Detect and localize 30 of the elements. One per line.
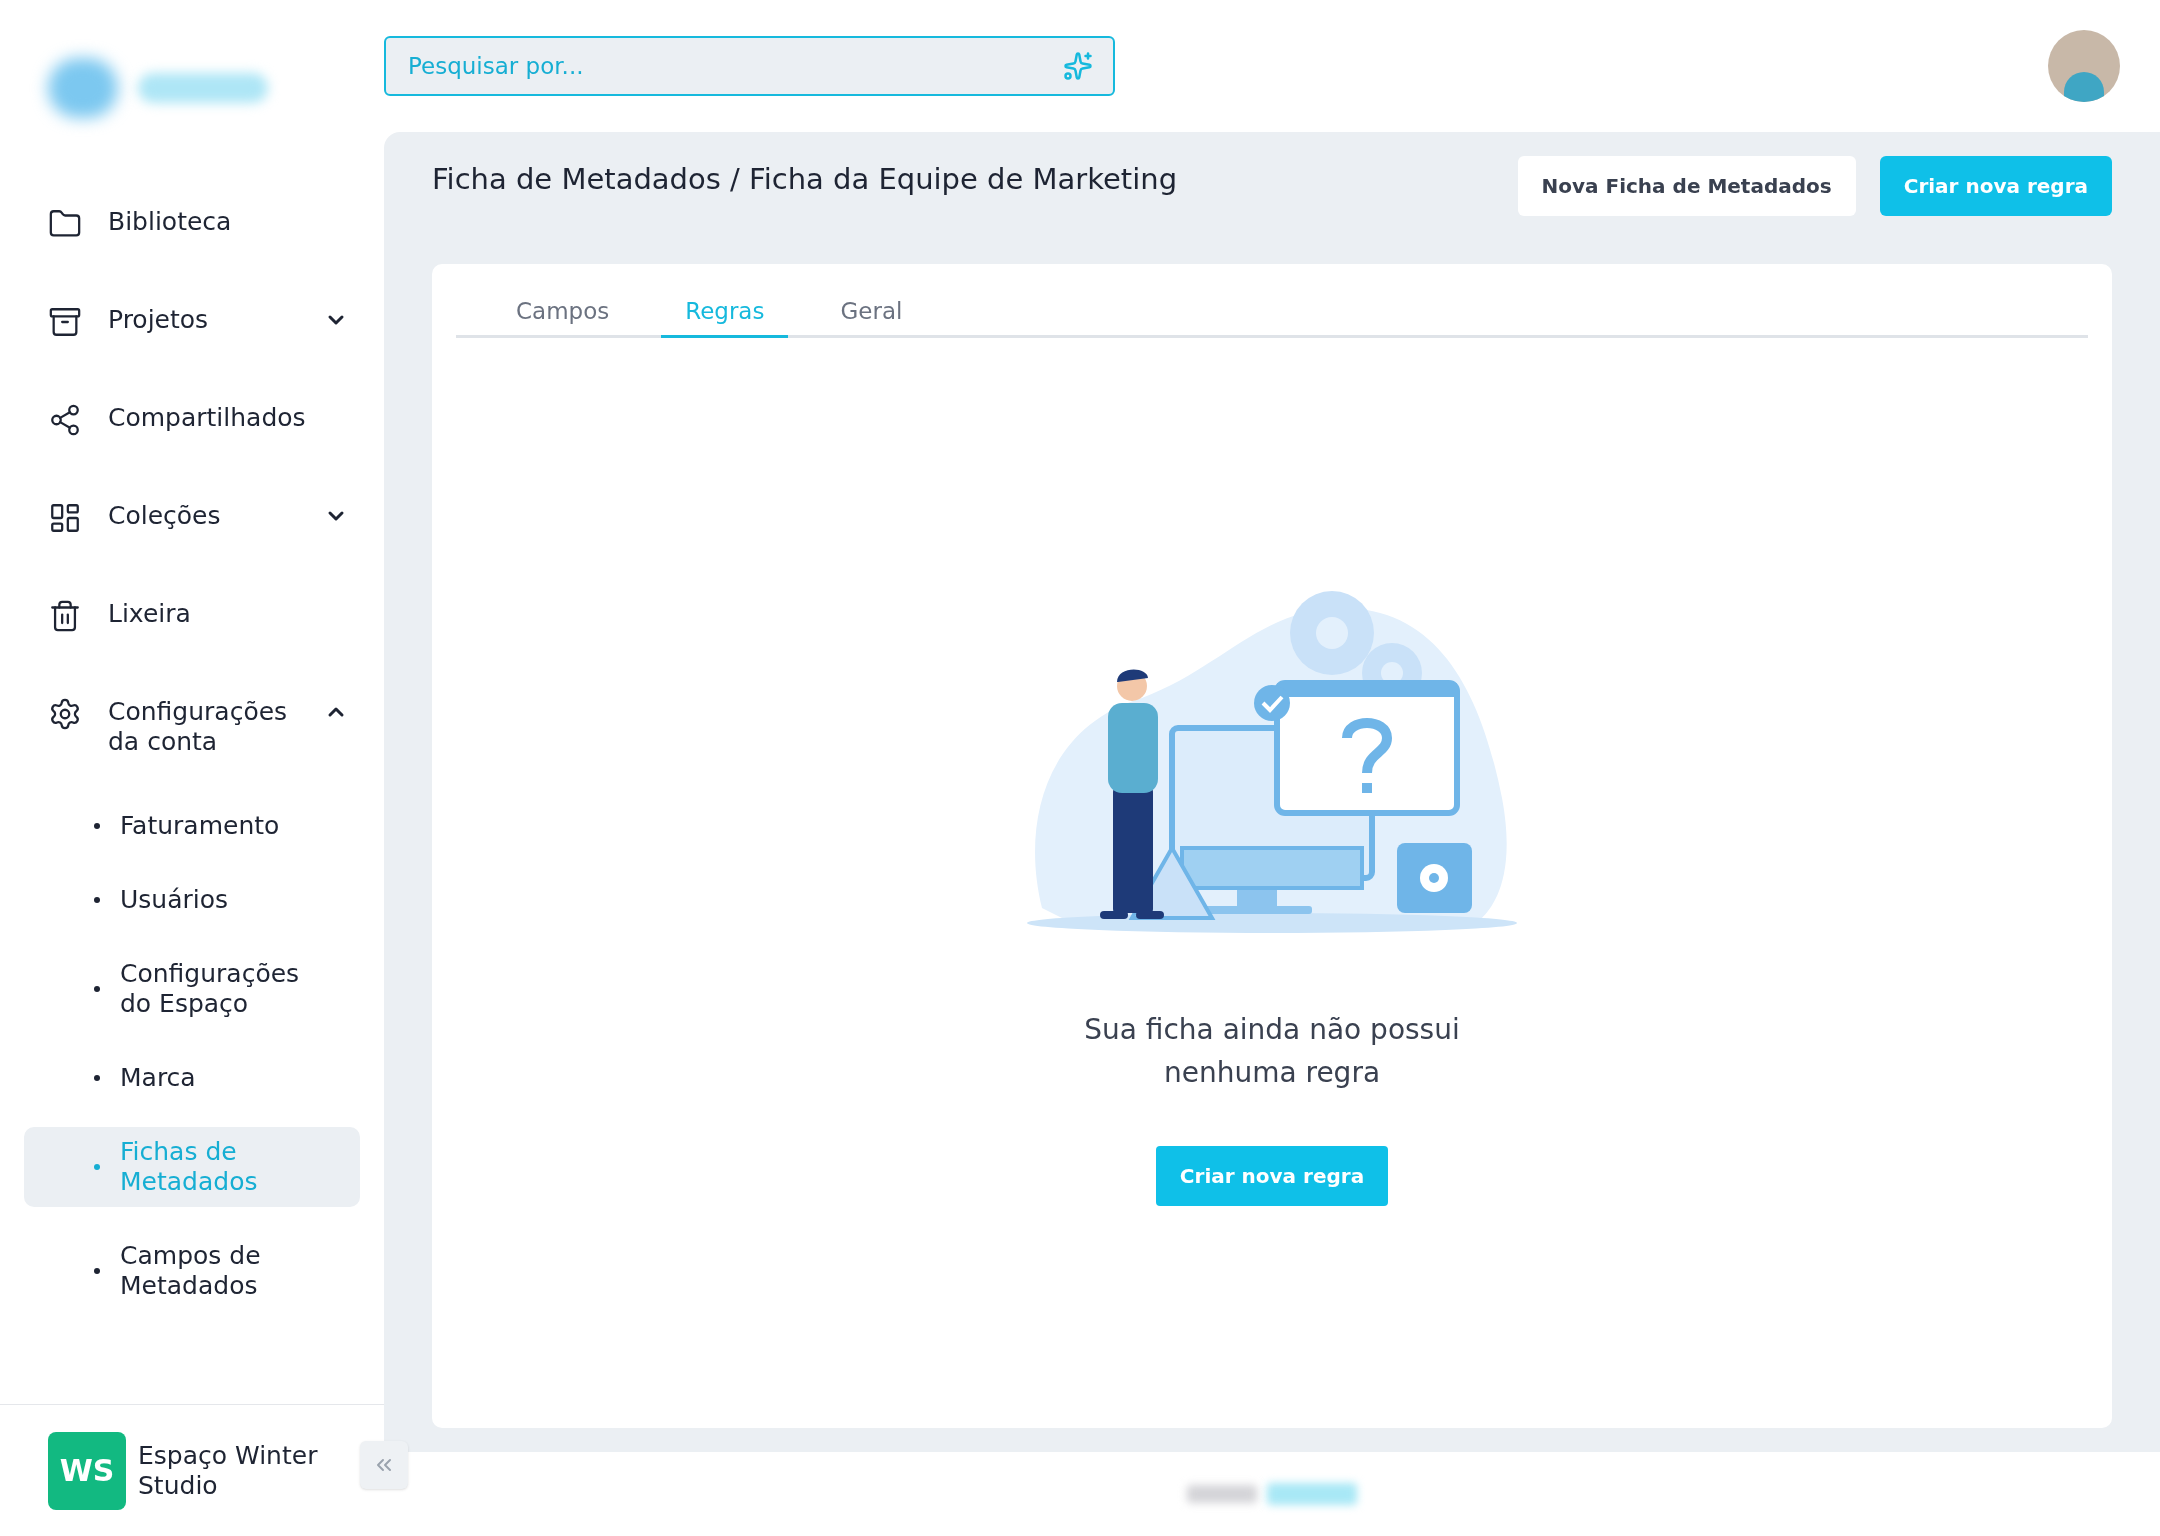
search-field[interactable]: Pesquisar por... <box>384 36 1115 96</box>
footer-icon <box>1187 1485 1257 1503</box>
tab[interactable]: Campos <box>492 294 634 338</box>
settings-icon <box>48 697 82 731</box>
share-icon <box>48 403 82 437</box>
sidebar-item[interactable]: Biblioteca <box>0 175 384 273</box>
sidebar-item[interactable]: Compartilhados <box>0 371 384 469</box>
page-title: Ficha de Metadados / Ficha da Equipe de Marketing <box>432 161 1178 198</box>
workspace-name: Espaço Winter Studio <box>138 1440 319 1501</box>
tab[interactable]: Geral <box>816 294 927 338</box>
sparkles-icon <box>1063 51 1093 81</box>
layout-icon <box>48 501 82 535</box>
logo-icon <box>48 57 118 118</box>
sidebar-item[interactable]: Coleções <box>0 469 384 567</box>
submenu-item[interactable]: Usuários <box>24 875 360 925</box>
new-sheet-button[interactable]: Nova Ficha de Metadados <box>1517 156 1856 216</box>
sidebar-item[interactable]: Configurações da conta <box>0 665 384 789</box>
submenu-item[interactable]: Configurações do Espaço <box>24 949 360 1029</box>
tray-icon <box>48 305 82 339</box>
submenu-item[interactable]: Faturamento <box>24 801 360 851</box>
empty-state-message: Sua ficha ainda não possui nenhuma regra <box>1083 1011 1461 1091</box>
trash-icon <box>48 599 82 633</box>
workspace-avatar: WS <box>48 1431 126 1510</box>
logo-icon <box>138 72 268 103</box>
collapse-button[interactable] <box>360 1441 408 1489</box>
submenu-item[interactable]: Campos de Metadados <box>24 1231 360 1311</box>
footer-icon <box>1267 1483 1357 1505</box>
sidebar-item[interactable]: Projetos <box>0 273 384 371</box>
submenu-item[interactable]: Marca <box>24 1053 360 1103</box>
sidebar-item[interactable]: Lixeira <box>0 567 384 665</box>
